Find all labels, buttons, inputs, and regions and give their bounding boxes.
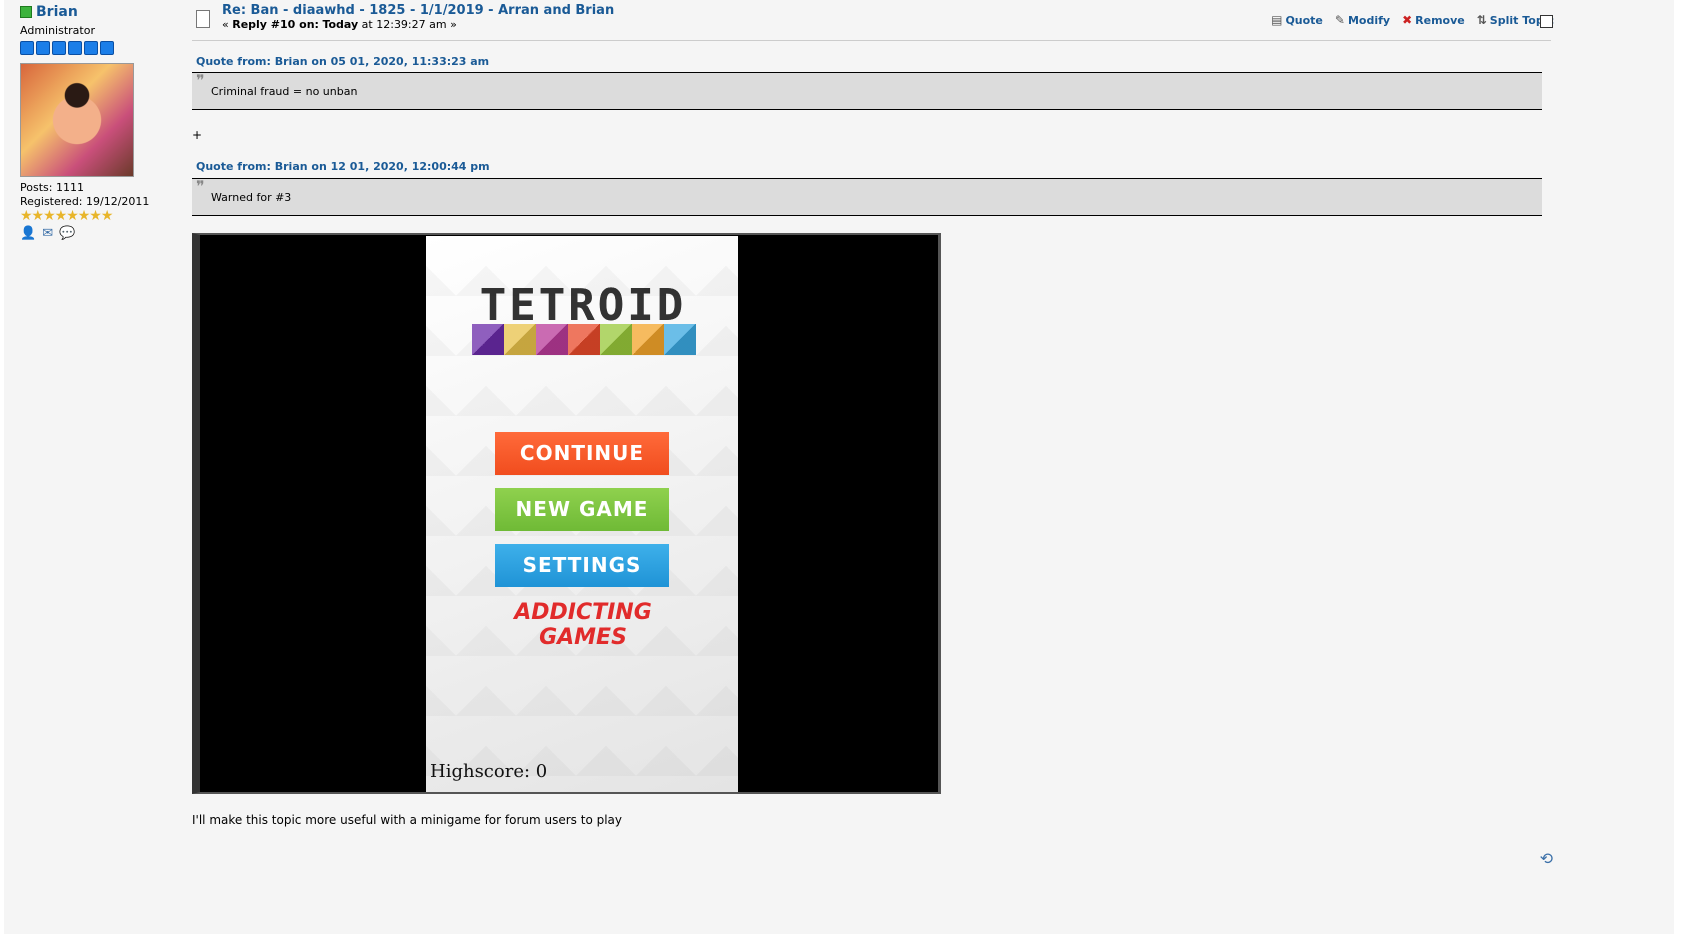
remove-button[interactable]: ✖ Remove [1402,13,1465,27]
quote-text-1: Criminal fraud = no unban [211,85,358,98]
post-actions: ▤ Quote ✎ Modify ✖ Remove ⇅ Split Topic [1271,13,1554,27]
quote-block-2: ❞ Warned for #3 [192,177,1542,216]
logo-tile [536,324,568,355]
email-icon[interactable]: ✉ [42,226,53,241]
remove-icon: ✖ [1402,13,1413,27]
avatar [20,63,134,177]
profile-icon[interactable]: 👤 [20,226,36,241]
split-icon: ⇅ [1476,13,1487,27]
logo-tile [632,324,664,355]
reply-today: Today [322,18,359,31]
online-status-icon [20,6,32,18]
registered-date: Registered: 19/12/2011 [20,195,150,208]
quote-header-2[interactable]: Quote from: Brian on 12 01, 2020, 12:00:… [196,160,490,173]
reply-number: Reply #10 on: [232,18,319,31]
divider [192,40,1551,41]
logo-tile [600,324,632,355]
quote-mark-icon: ❞ [196,71,205,90]
logo-tile [664,324,696,355]
topic-title-link[interactable]: Re: Ban - diaawhd - 1825 - 1/1/2019 - Ar… [222,3,614,18]
continue-button[interactable]: CONTINUE [495,432,669,475]
group-rank-icons [20,41,180,55]
poster-name-link[interactable]: Brian [36,4,78,20]
quote-text-2: Warned for #3 [211,191,292,204]
logo-tile [504,324,536,355]
reply-time: at 12:39:27 am » [358,18,457,31]
game-logo-tiles [472,324,696,355]
quote-icon: ▤ [1271,13,1283,27]
modify-button[interactable]: ✎ Modify [1335,13,1390,27]
poster-info: Brian Administrator Posts: 1111 Register… [20,4,180,241]
game-screen[interactable]: TETROID CONTINUE NEW GAME SETTINGS ADDIC… [426,236,738,792]
poster-role: Administrator [20,24,95,37]
game-embed[interactable]: TETROID CONTINUE NEW GAME SETTINGS ADDIC… [192,233,941,794]
personal-message-icon[interactable]: 💬 [59,226,75,241]
report-icon[interactable]: ⟲ [1540,849,1553,868]
addicting-games-logo[interactable]: ADDICTING GAMES [470,600,696,650]
select-post-checkbox[interactable] [1540,15,1553,28]
topic-page-icon [196,10,210,28]
plus-text: + [192,128,203,142]
post-body-text: I'll make this topic more useful with a … [192,813,623,827]
rank-stars-icon: ★★★★★★★★ [20,208,113,224]
post-count: Posts: 1111 [20,181,84,194]
quote-button[interactable]: ▤ Quote [1271,13,1323,27]
settings-button[interactable]: SETTINGS [495,544,669,587]
quote-mark-icon: ❞ [196,177,205,196]
quote-block-1: ❞ Criminal fraud = no unban [192,71,1542,110]
new-game-button[interactable]: NEW GAME [495,488,669,531]
quote-header-1[interactable]: Quote from: Brian on 05 01, 2020, 11:33:… [196,55,489,68]
logo-tile [568,324,600,355]
modify-icon: ✎ [1334,13,1345,27]
highscore-text: Highscore: 0 [430,761,548,782]
logo-tile [472,324,504,355]
reply-info: « Reply #10 on: Today at 12:39:27 am » [222,18,457,31]
